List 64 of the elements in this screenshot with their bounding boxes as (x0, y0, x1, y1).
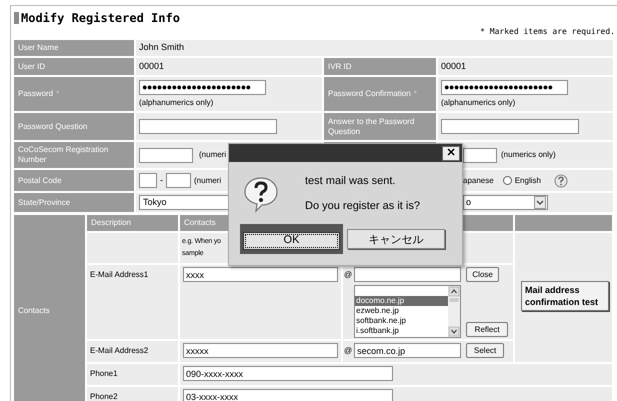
input-field[interactable]: ●●●●●●●●●●●●●●●●●●●●●● (139, 80, 266, 94)
radio-button[interactable] (502, 176, 512, 185)
dialog-message: test mail was sent. (305, 174, 396, 188)
required-note: * Marked items are required. (480, 26, 615, 38)
hint-text: (numeri (194, 174, 222, 186)
input-field[interactable]: ●●●●●●●●●●●●●●●●●●●●●● (441, 80, 568, 94)
help-icon[interactable] (554, 174, 568, 188)
value-text: John Smith (139, 41, 184, 54)
separator-text: - (160, 174, 163, 187)
dialog-button[interactable]: キャンセル (347, 229, 445, 249)
input-field[interactable]: 03-xxxx-xxxx (183, 389, 393, 401)
field-label-text: Phone2 (90, 392, 118, 401)
field-label: CoCoSecom Registration Number (14, 142, 134, 168)
field-label: State/Province (14, 193, 134, 212)
title-marker-icon (14, 12, 19, 24)
action-button[interactable]: Select (466, 343, 504, 358)
field-label: Contacts (14, 215, 85, 401)
field-label: User ID (14, 58, 134, 75)
close-button[interactable]: ✕ (442, 146, 460, 160)
dialog-button[interactable]: OK (243, 232, 340, 250)
input-field[interactable]: xxxxx (183, 343, 338, 358)
dialog-message: Do you register as it is? (305, 199, 420, 213)
option-label: apanese (463, 174, 494, 186)
field-label: Password Confirmation * (324, 77, 436, 111)
field-label: User Name (14, 40, 134, 56)
list-option[interactable]: ezweb.ne.jp (355, 306, 448, 316)
input-field[interactable] (354, 267, 462, 282)
at-sign: @ (344, 345, 352, 357)
hint-text: (alphanumerics only) (441, 96, 516, 108)
input-field[interactable] (139, 173, 157, 188)
field-label: Answer to the Password Question (324, 113, 436, 140)
action-button[interactable]: Close (466, 267, 500, 282)
field-label-text: E-Mail Address2 (90, 346, 148, 355)
input-field[interactable]: xxxx (183, 267, 338, 282)
value-text: 00001 (139, 60, 164, 73)
value-text: 00001 (441, 60, 466, 73)
field-label: Password Question (14, 113, 134, 140)
input-field[interactable] (139, 119, 277, 134)
page-title: Modify Registered Info (21, 10, 180, 27)
column-header: Description (87, 215, 178, 231)
input-field[interactable] (139, 148, 193, 162)
list-option[interactable]: softbank.ne.jp (355, 316, 448, 326)
list-option[interactable]: i.softbank.jp (355, 326, 448, 336)
scrollbar[interactable] (448, 286, 460, 337)
hint-text: (alphanumerics only) (139, 96, 214, 108)
field-label: Password * (14, 77, 134, 111)
option-label: English (514, 174, 541, 186)
input-field[interactable]: secom.co.jp (354, 343, 462, 358)
input-field[interactable] (166, 173, 191, 188)
field-label: Postal Code (14, 170, 134, 191)
input-field[interactable]: 090-xxxx-xxxx (183, 366, 393, 381)
list-option[interactable]: docomo.ne.jp (355, 296, 448, 306)
confirmation-test-button[interactable]: Mail address confirmation test (521, 281, 609, 311)
domain-listbox[interactable]: docomo.ne.jp ezweb.ne.jp softbank.ne.jp i.softbank.jp (354, 285, 462, 338)
at-sign: @ (344, 269, 352, 281)
action-button[interactable]: Reflect (466, 322, 508, 337)
input-field[interactable] (463, 148, 497, 162)
field-label-text: Phone1 (90, 369, 118, 378)
input-field[interactable] (441, 119, 579, 134)
field-label-text: E-Mail Address1 (90, 270, 148, 279)
hint-text: (numeri (199, 149, 226, 161)
question-bubble-icon (242, 175, 280, 213)
hint-text: (numerics only) (501, 149, 556, 161)
field-label: IVR ID (324, 58, 436, 75)
